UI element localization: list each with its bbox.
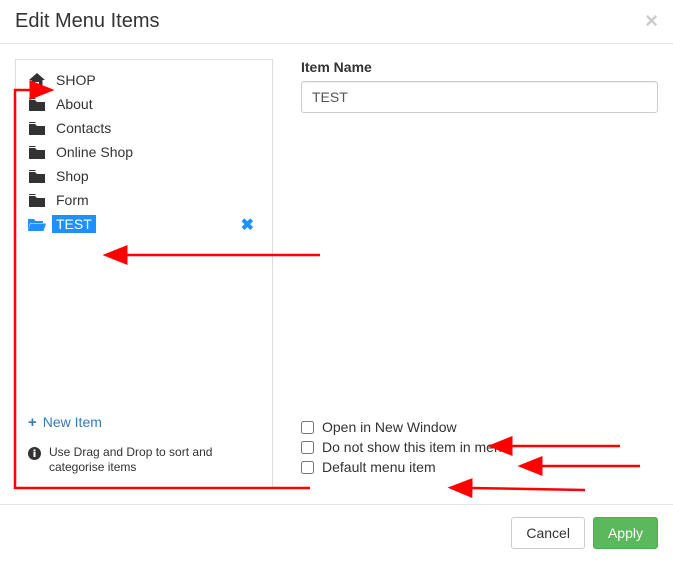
tree-item-test[interactable]: TEST ✖ <box>28 212 260 236</box>
item-options: Open in New Window Do not show this item… <box>301 417 658 477</box>
new-item-button[interactable]: + New Item <box>16 406 272 439</box>
folder-icon <box>28 170 46 183</box>
modal-footer: Cancel Apply <box>0 504 673 561</box>
hint-row: Use Drag and Drop to sort and categorise… <box>16 439 272 488</box>
tree-item-online-shop[interactable]: Online Shop <box>28 140 260 164</box>
do-not-show-label: Do not show this item in menu <box>322 439 510 455</box>
folder-icon <box>28 122 46 135</box>
tree-item-label: Contacts <box>52 119 115 137</box>
folder-open-icon <box>28 218 46 231</box>
plus-icon: + <box>28 414 37 431</box>
edit-menu-items-modal: Edit Menu Items × SHOP About <box>0 0 673 561</box>
open-new-window-label: Open in New Window <box>322 419 457 435</box>
item-name-input[interactable] <box>301 81 658 113</box>
tree-item-shop-folder[interactable]: Shop <box>28 164 260 188</box>
apply-button[interactable]: Apply <box>593 517 658 549</box>
default-item-row: Default menu item <box>301 457 658 477</box>
tree-item-label: TEST <box>52 215 96 233</box>
tree-item-form[interactable]: Form <box>28 188 260 212</box>
default-item-checkbox[interactable] <box>301 461 314 474</box>
tree-item-label: Shop <box>52 167 93 185</box>
hint-text: Use Drag and Drop to sort and categorise… <box>49 445 260 476</box>
tree-item-shop[interactable]: SHOP <box>28 68 260 92</box>
folder-icon <box>28 98 46 111</box>
tree-item-label: Form <box>52 191 93 209</box>
info-icon <box>28 447 41 463</box>
tree-item-contacts[interactable]: Contacts <box>28 116 260 140</box>
modal-body: SHOP About Contacts <box>0 44 673 504</box>
modal-title: Edit Menu Items <box>15 10 160 33</box>
tree-item-label: About <box>52 95 97 113</box>
home-icon <box>28 73 46 87</box>
folder-icon <box>28 194 46 207</box>
open-new-window-row: Open in New Window <box>301 417 658 437</box>
do-not-show-checkbox[interactable] <box>301 441 314 454</box>
tree-item-label: Online Shop <box>52 143 137 161</box>
open-new-window-checkbox[interactable] <box>301 421 314 434</box>
tree-item-label: SHOP <box>52 71 100 89</box>
item-name-label: Item Name <box>301 59 658 75</box>
tree-item-about[interactable]: About <box>28 92 260 116</box>
cancel-button[interactable]: Cancel <box>511 517 585 549</box>
do-not-show-row: Do not show this item in menu <box>301 437 658 457</box>
folder-icon <box>28 146 46 159</box>
item-details-panel: Item Name Open in New Window Do not show… <box>273 59 658 489</box>
default-item-label: Default menu item <box>322 459 436 475</box>
close-icon[interactable]: × <box>645 10 658 32</box>
menu-tree: SHOP About Contacts <box>16 60 272 406</box>
menu-tree-panel: SHOP About Contacts <box>15 59 273 489</box>
delete-item-icon[interactable]: ✖ <box>241 215 254 235</box>
new-item-label: New Item <box>43 414 102 430</box>
modal-header: Edit Menu Items × <box>0 0 673 44</box>
